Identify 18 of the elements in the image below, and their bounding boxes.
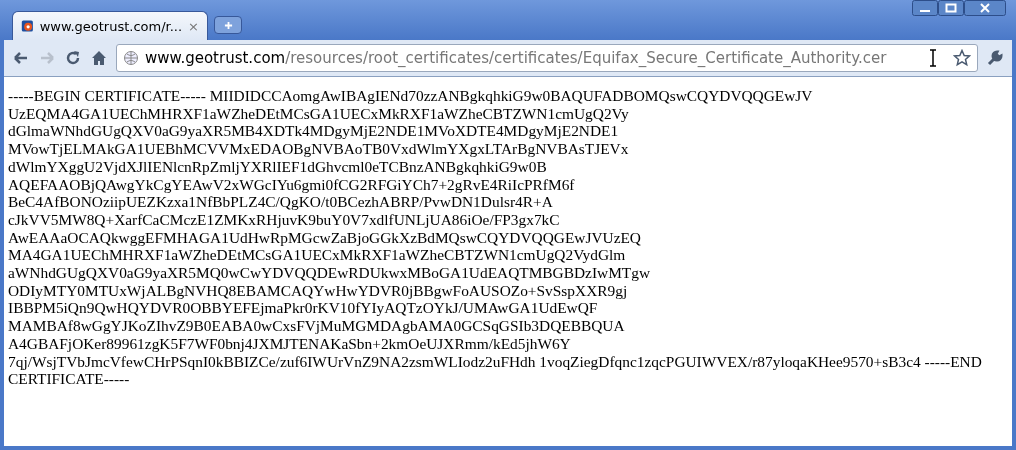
new-tab-button[interactable]	[214, 16, 242, 34]
home-icon[interactable]	[90, 49, 108, 67]
star-icon[interactable]	[953, 49, 971, 67]
text-cursor-icon	[929, 49, 937, 67]
globe-icon	[123, 50, 139, 66]
close-tab-button[interactable]: ×	[188, 18, 199, 34]
wrench-icon[interactable]	[986, 49, 1004, 67]
plus-icon	[223, 20, 233, 30]
tab-title: www.geotrust.com/r...	[39, 18, 183, 34]
reload-icon[interactable]	[64, 49, 82, 67]
close-icon[interactable]	[964, 0, 1006, 16]
site-logo-icon	[21, 18, 34, 34]
url-text: www.geotrust.com/resources/root_certificates/certificates/Equifax_Secure_Certificate_Authority.cer	[145, 49, 888, 67]
browser-tab[interactable]: www.geotrust.com/r... ×	[12, 11, 208, 40]
address-bar[interactable]: www.geotrust.com/resources/root_certificates/certificates/Equifax_Secure_Certificate_Authority.cer	[116, 44, 978, 72]
minimize-icon[interactable]	[912, 0, 938, 16]
certificate-text: -----BEGIN CERTIFICATE----- MIIDIDCCAomgAwIBAgIENd70zzANBgkqhkiG9w0BAQUFADBOMQswCQYDVQQGEwJV UzEQMA4GA1UEChMHRXF1aWZheDEtMCsGA1UECxMkRXF1aWZheCBTZWN1cmUgQ2Vy dGlmaWNhdGUgQXV0aG9yaXR5MB4XDTk4MDgyMjE2NDE1MVoXDTE4MDgyMjE2NDE1 MVowTjELMAkGA1UEBhMCVVMxEDAOBgNVBAoTB0VxdWlmYXgxLTArBgNVBAsTJEVx dWlmYXggU2VjdXJlIENlcnRpZmljYXRlIEF1dGhvcml0eTCBnzANBgkqhkiG9w0B AQEFAAOBjQAwgYkCgYEAwV2xWGcIYu6gmi0fCG2RFGiYCh7+2gRvE4RiIcPRfM6f BeC4AfBONOziipUEZKzxa1NfBbPLZ4C/QgKO/t0BCezhABRP/PvwDN1Dulsr4R+A cJkVV5MW8Q+XarfCaCMczE1ZMKxRHjuvK9buY0V7xdlfUNLjUA86iOe/FP3gx7kC AwEAAaOCAQkwggEFMHAGA1UdHwRpMGcwZaBjoGGkXzBdMQswCQYDVQQGEwJVUzEQ MA4GA1UEChMHRXF1aWZheDEtMCsGA1UECxMkRXF1aWZheCBTZWN1cmUgQ2VydGlm aWNhdGUgQXV0aG9yaXR5MQ0wCwYDVQQDEwRDUkwxMBoGA1UdEAQTMBGBDzIwMTgw ODIyMTY0MTUxWjALBgNVHQ8EBAMCAQYwHwYDVR0jBBgwFoAUSOZo+SvSspXXR9gj IBBPM5iQn9QwHQYDVR0OBBYEFEjmaPkr0rKV10fYIyAQTzOYkJ/UMAwGA1UdEwQF MAMBAf8wGgYJKoZIhvZ9B0EABA0wCxsFVjMuMGMDAgbAMA0GCSqGSIb3DQEBBQUA A4GBAFjOKer89961zgK5F7WF0bnj4JXMJTENAKaSbn+2kmOeUJXRmm/kEd5jhW6Y 7qj/WsjTVbJmcVfewCHrPSqnI0kBBIZCe/zuf6IWUrVnZ9NA2zsmWLIodz2uFHdh 1voqZiegDfqnc1zqcPGUIWVEX/r87yloqaKHee9570+sB3c4 -----END CERTIFICATE-----	[8, 87, 982, 388]
maximize-icon[interactable]	[938, 0, 964, 16]
